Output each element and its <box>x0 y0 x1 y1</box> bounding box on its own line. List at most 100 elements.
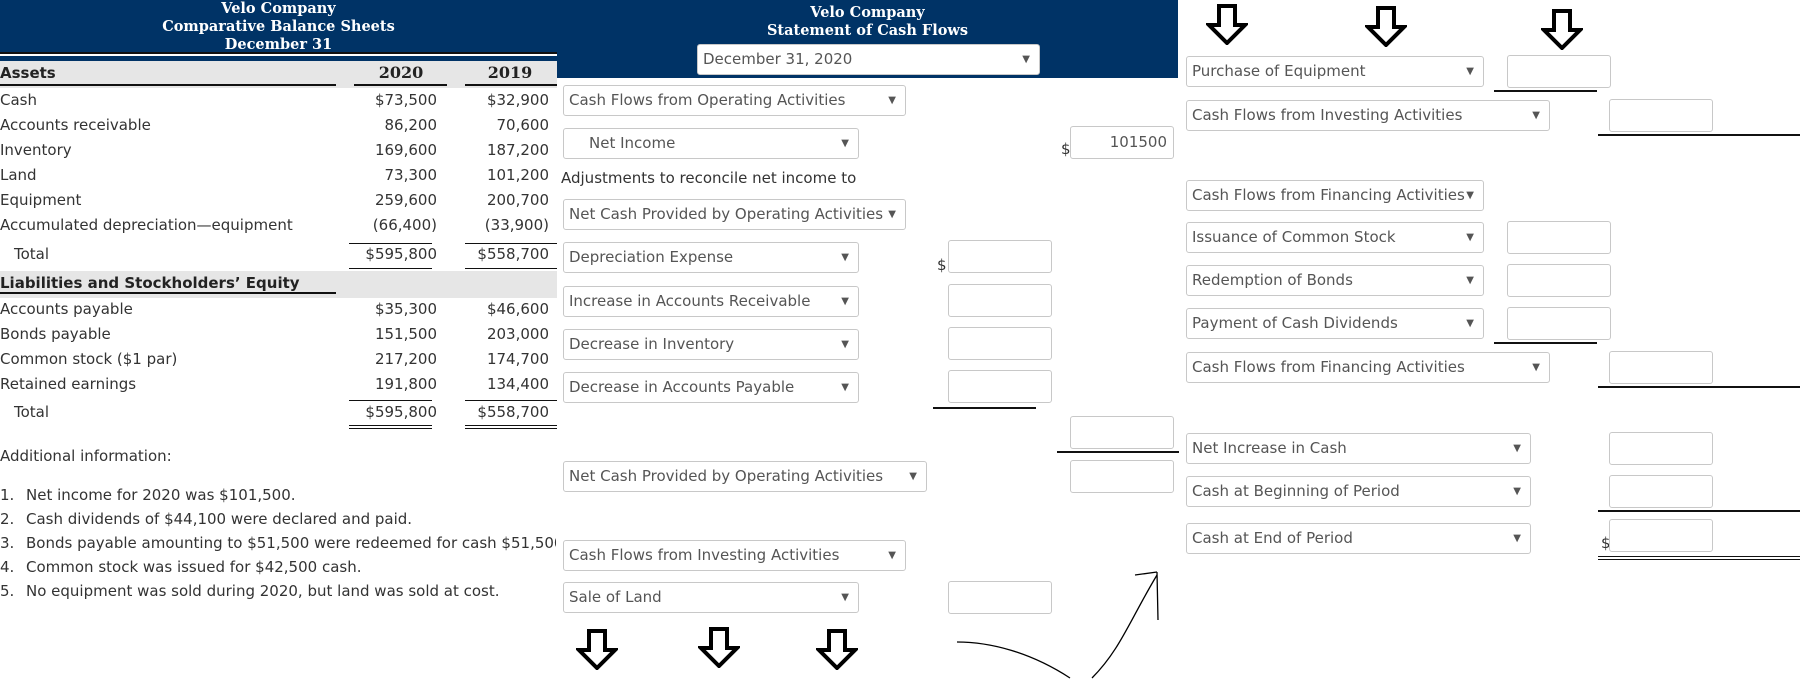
financing-item-input[interactable] <box>1507 264 1611 297</box>
liability-row: Common stock ($1 par) 217,200 174,700 <box>0 348 557 373</box>
total-2019: $558,700 <box>477 245 549 263</box>
assets-column-header: Assets 2020 2019 <box>0 61 557 88</box>
adjustment-input[interactable] <box>948 370 1052 403</box>
down-arrow-icon <box>816 629 858 670</box>
total-double-rule-2019 <box>465 268 557 269</box>
select-value: Cash Flows from Operating Activities <box>569 91 846 109</box>
adjustments-select[interactable]: Net Cash Provided by Operating Activitie… <box>563 199 906 230</box>
select-value: Cash Flows from Investing Activities <box>569 546 840 564</box>
row-label: Equipment <box>0 191 82 209</box>
additional-info-item: 3. Bonds payable amounting to $51,500 wer… <box>0 531 556 555</box>
net-income-input[interactable]: 101500 <box>1070 126 1174 159</box>
select-value: Issuance of Common Stock <box>1192 228 1396 246</box>
value-2020: 217,200 <box>374 350 437 368</box>
net-increase-select[interactable]: Net Increase in Cash ▼ <box>1186 433 1531 464</box>
investing-section-select[interactable]: Cash Flows from Investing Activities ▼ <box>563 540 906 571</box>
item-text: Cash dividends of $44,100 were declared … <box>26 510 413 528</box>
select-value: Decrease in Accounts Payable <box>569 378 795 396</box>
investing-total-input[interactable] <box>1609 99 1713 132</box>
cash-beginning-underline <box>1598 510 1800 512</box>
cash-flow-title-company: Velo Company <box>810 4 925 21</box>
net-income-select[interactable]: Net Income ▼ <box>563 128 859 159</box>
balance-sheet-title-date: December 31 <box>224 36 333 53</box>
financing-item-select[interactable]: Payment of Cash Dividends ▼ <box>1186 308 1484 339</box>
chevron-down-icon: ▼ <box>1466 190 1474 201</box>
select-value: Redemption of Bonds <box>1192 271 1353 289</box>
item-number: 4. <box>0 558 15 576</box>
chevron-down-icon: ▼ <box>1466 66 1474 77</box>
total-label: Total <box>14 403 50 421</box>
net-cash-operating-input[interactable] <box>1070 460 1174 493</box>
down-arrow-icon <box>1206 4 1248 45</box>
additional-info-item: 2. Cash dividends of $44,100 were declare… <box>0 507 556 531</box>
financing-item-select[interactable]: Redemption of Bonds ▼ <box>1186 265 1484 296</box>
down-arrow-icon <box>1541 9 1583 50</box>
adjustment-select[interactable]: Decrease in Accounts Payable ▼ <box>563 372 859 403</box>
sale-of-land-select[interactable]: Sale of Land ▼ <box>563 582 859 613</box>
cash-end-input[interactable] <box>1609 519 1713 552</box>
operating-section-select[interactable]: Cash Flows from Operating Activities ▼ <box>563 85 906 116</box>
liabilities-heading: Liabilities and Stockholders’ Equity <box>0 274 300 292</box>
purchase-of-equipment-input[interactable] <box>1507 55 1611 88</box>
chevron-down-icon: ▼ <box>888 95 896 106</box>
adjustments-underline <box>933 407 1036 409</box>
select-value: Depreciation Expense <box>569 248 734 266</box>
net-cash-operating-select[interactable]: Net Cash Provided by Operating Activitie… <box>563 461 927 492</box>
financing-total-select[interactable]: Cash Flows from Financing Activities ▼ <box>1186 352 1550 383</box>
value-2019: 200,700 <box>486 191 549 209</box>
down-arrow-icon <box>1365 6 1407 47</box>
select-value: Decrease in Inventory <box>569 335 735 353</box>
cash-flow-title-name: Statement of Cash Flows <box>766 22 969 39</box>
chevron-down-icon: ▼ <box>841 252 849 263</box>
financing-item-select[interactable]: Issuance of Common Stock ▼ <box>1186 222 1484 253</box>
adjustment-input[interactable] <box>948 284 1052 317</box>
value-2019: $46,600 <box>486 300 549 318</box>
total-2020: $595,800 <box>365 245 437 263</box>
cash-beginning-select[interactable]: Cash at Beginning of Period ▼ <box>1186 476 1531 507</box>
value-2020: $73,500 <box>374 91 437 109</box>
adjustment-input[interactable] <box>948 240 1052 273</box>
adjustment-select[interactable]: Depreciation Expense ▼ <box>563 242 859 273</box>
financing-item-input[interactable] <box>1507 221 1611 254</box>
liability-row: Accounts payable $35,300 $46,600 <box>0 298 557 323</box>
date-select[interactable]: December 31, 2020 ▼ <box>697 44 1040 75</box>
adjustment-select[interactable]: Decrease in Inventory ▼ <box>563 329 859 360</box>
down-arrow-icon <box>576 629 618 670</box>
row-label: Retained earnings <box>0 375 137 393</box>
net-increase-input[interactable] <box>1609 432 1713 465</box>
chevron-down-icon: ▼ <box>841 339 849 350</box>
investing-total-select[interactable]: Cash Flows from Investing Activities ▼ <box>1186 100 1550 131</box>
select-value: Increase in Accounts Receivable <box>569 292 811 310</box>
purchase-of-equipment-select[interactable]: Purchase of Equipment ▼ <box>1186 56 1484 87</box>
total-double-rule-2020b <box>349 428 432 429</box>
chevron-down-icon: ▼ <box>1532 110 1540 121</box>
down-arrow-icon <box>698 627 740 668</box>
additional-info-item: 4. Common stock was issued for $42,500 ca… <box>0 555 556 579</box>
row-label: Bonds payable <box>0 325 111 343</box>
financing-section-select[interactable]: Cash Flows from Financing Activities ▼ <box>1186 180 1484 211</box>
cash-beginning-input[interactable] <box>1609 475 1713 508</box>
balance-sheet-header: Velo Company Comparative Balance Sheets … <box>0 0 557 54</box>
cash-end-double-underline <box>1598 556 1800 557</box>
cash-end-select[interactable]: Cash at End of Period ▼ <box>1186 523 1531 554</box>
select-value: Net Income <box>589 134 676 152</box>
financing-item-input[interactable] <box>1507 307 1611 340</box>
asset-row: Land 73,300 101,200 <box>0 164 557 189</box>
liabilities-total-row: Total $595,800 $558,700 <box>0 401 557 426</box>
adjustment-select[interactable]: Increase in Accounts Receivable ▼ <box>563 286 859 317</box>
chevron-down-icon: ▼ <box>1466 275 1474 286</box>
financing-total-input[interactable] <box>1609 351 1713 384</box>
value-2020: 86,200 <box>384 116 438 134</box>
adjustment-input[interactable] <box>948 327 1052 360</box>
heading-underline <box>0 292 336 294</box>
value-2020: 169,600 <box>374 141 437 159</box>
value-2019: 101,200 <box>486 166 549 184</box>
select-value: Cash Flows from Financing Activities <box>1192 186 1465 204</box>
item-number: 5. <box>0 582 15 600</box>
chevron-down-icon: ▼ <box>909 471 917 482</box>
select-value: Net Cash Provided by Operating Activitie… <box>569 205 884 223</box>
select-value: Purchase of Equipment <box>1192 62 1366 80</box>
item-text: Net income for 2020 was $101,500. <box>26 486 296 504</box>
value-2019: 174,700 <box>486 350 549 368</box>
total-adjustments-input[interactable] <box>1070 416 1174 449</box>
